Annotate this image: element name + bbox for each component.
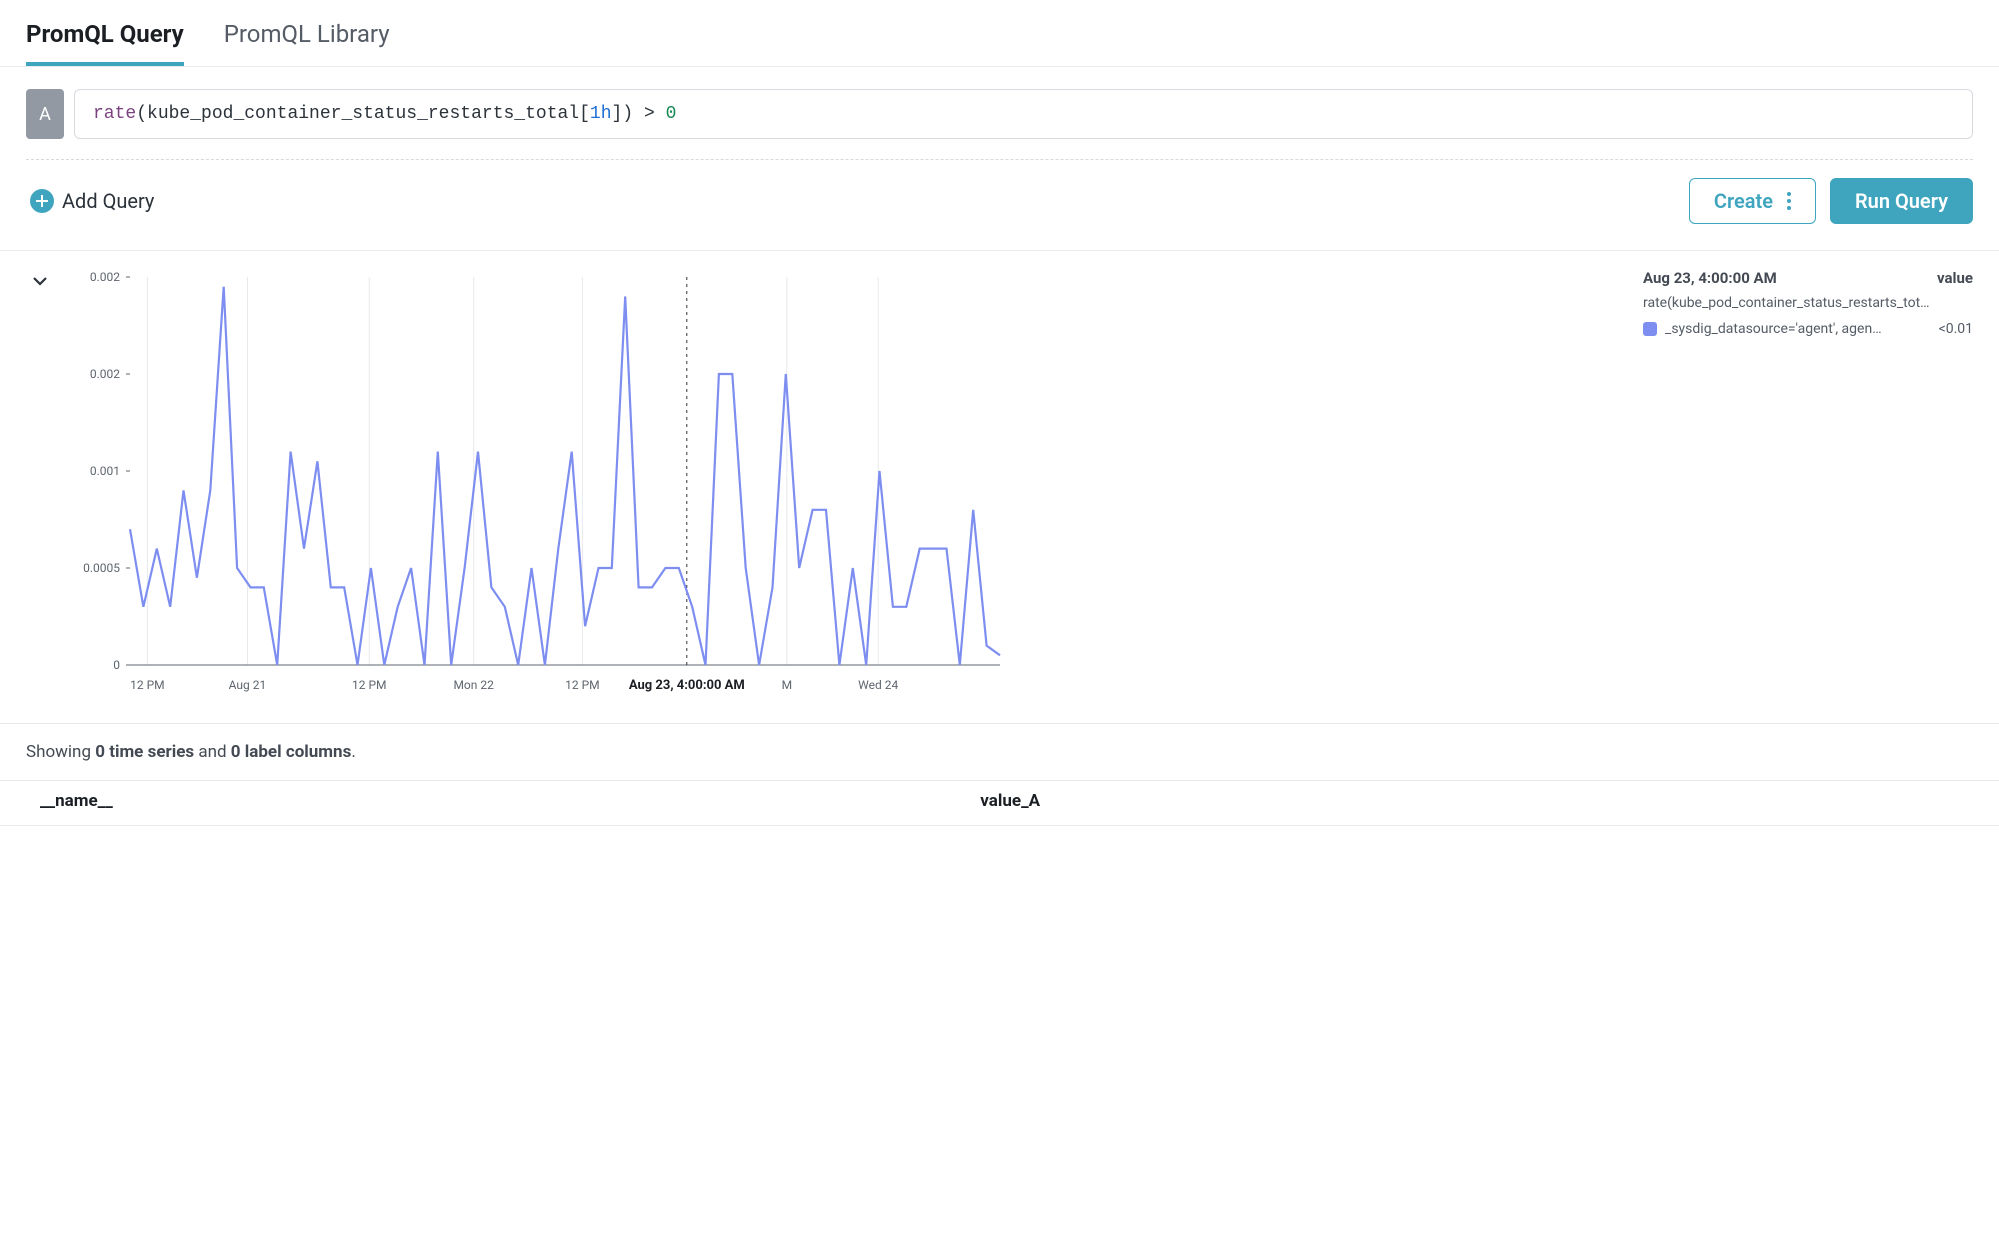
legend-item-value: <0.01 (1939, 321, 1973, 337)
query-badge: A (26, 89, 64, 139)
summary-ts-count: 0 time series (95, 742, 194, 762)
actions-row: Add Query Create Run Query (0, 160, 1999, 251)
svg-text:M: M (782, 678, 792, 692)
query-row: A rate(kube_pod_container_status_restart… (0, 67, 1999, 149)
summary-row: Showing 0 time series and 0 label column… (0, 724, 1999, 781)
query-token-closeparen: ) (622, 104, 633, 124)
svg-text:0.0005: 0.0005 (83, 561, 120, 575)
svg-text:0.002: 0.002 (90, 367, 120, 381)
svg-text:12 PM: 12 PM (130, 678, 165, 692)
svg-text:Wed 24: Wed 24 (858, 678, 898, 692)
summary-mid: and (194, 742, 231, 762)
query-token-func: rate (93, 104, 136, 124)
table-col-name[interactable]: __name__ (40, 791, 980, 811)
create-label: Create (1714, 189, 1773, 213)
tab-promql-query[interactable]: PromQL Query (26, 20, 184, 66)
svg-text:Mon 22: Mon 22 (453, 678, 494, 692)
svg-text:0.002: 0.002 (90, 270, 120, 284)
summary-suffix: . (351, 742, 355, 762)
plus-icon (30, 189, 54, 213)
legend-item[interactable]: _sysdig_datasource='agent', agent… <0.01 (1643, 321, 1973, 337)
query-input[interactable]: rate(kube_pod_container_status_restarts_… (74, 89, 1973, 139)
legend-value-header: value (1937, 269, 1973, 287)
legend-item-label: _sysdig_datasource='agent', agent… (1665, 321, 1885, 337)
svg-text:12 PM: 12 PM (352, 678, 387, 692)
table-col-value[interactable]: value_A (980, 791, 1040, 811)
tab-promql-library[interactable]: PromQL Library (224, 20, 390, 66)
query-token-closesq: ] (612, 104, 623, 124)
svg-text:Aug 23, 4:00:00 AM: Aug 23, 4:00:00 AM (629, 678, 745, 693)
svg-text:0: 0 (113, 658, 120, 672)
run-query-label: Run Query (1855, 189, 1948, 213)
tab-bar: PromQL Query PromQL Library (0, 0, 1999, 67)
legend-panel: Aug 23, 4:00:00 AM value rate(kube_pod_c… (1643, 269, 1973, 699)
query-token-duration: 1h (590, 104, 612, 124)
query-token-operator: > (644, 104, 655, 124)
collapse-toggle[interactable] (30, 271, 50, 291)
query-token-metric: kube_pod_container_status_restarts_total (147, 104, 579, 124)
kebab-icon (1787, 192, 1791, 210)
query-token-number: 0 (666, 104, 677, 124)
query-token-openparen: ( (136, 104, 147, 124)
add-query-label: Add Query (62, 189, 154, 213)
svg-text:0.001: 0.001 (90, 464, 120, 478)
add-query-button[interactable]: Add Query (30, 189, 154, 213)
run-query-button[interactable]: Run Query (1830, 178, 1973, 224)
chart-section: 0 0.0005 0.001 0.002 0.002 12 PM Aug 21 12 PM Mo… (0, 251, 1999, 724)
chart-svg: 0 0.0005 0.001 0.002 0.002 12 PM Aug 21 12 PM Mo… (70, 269, 1010, 699)
create-button[interactable]: Create (1689, 178, 1816, 224)
legend-swatch (1643, 322, 1657, 336)
query-token-opensq: [ (579, 104, 590, 124)
chart-area[interactable]: 0 0.0005 0.001 0.002 0.002 12 PM Aug 21 12 PM Mo… (70, 269, 1010, 699)
summary-col-count: 0 label columns (231, 742, 352, 762)
legend-series-name: rate(kube_pod_container_status_restarts_… (1643, 295, 1973, 311)
svg-text:Aug 21: Aug 21 (229, 678, 267, 692)
summary-prefix: Showing (26, 742, 95, 762)
svg-text:12 PM: 12 PM (565, 678, 600, 692)
table-head: __name__ value_A (0, 781, 1999, 826)
legend-time: Aug 23, 4:00:00 AM (1643, 269, 1777, 287)
